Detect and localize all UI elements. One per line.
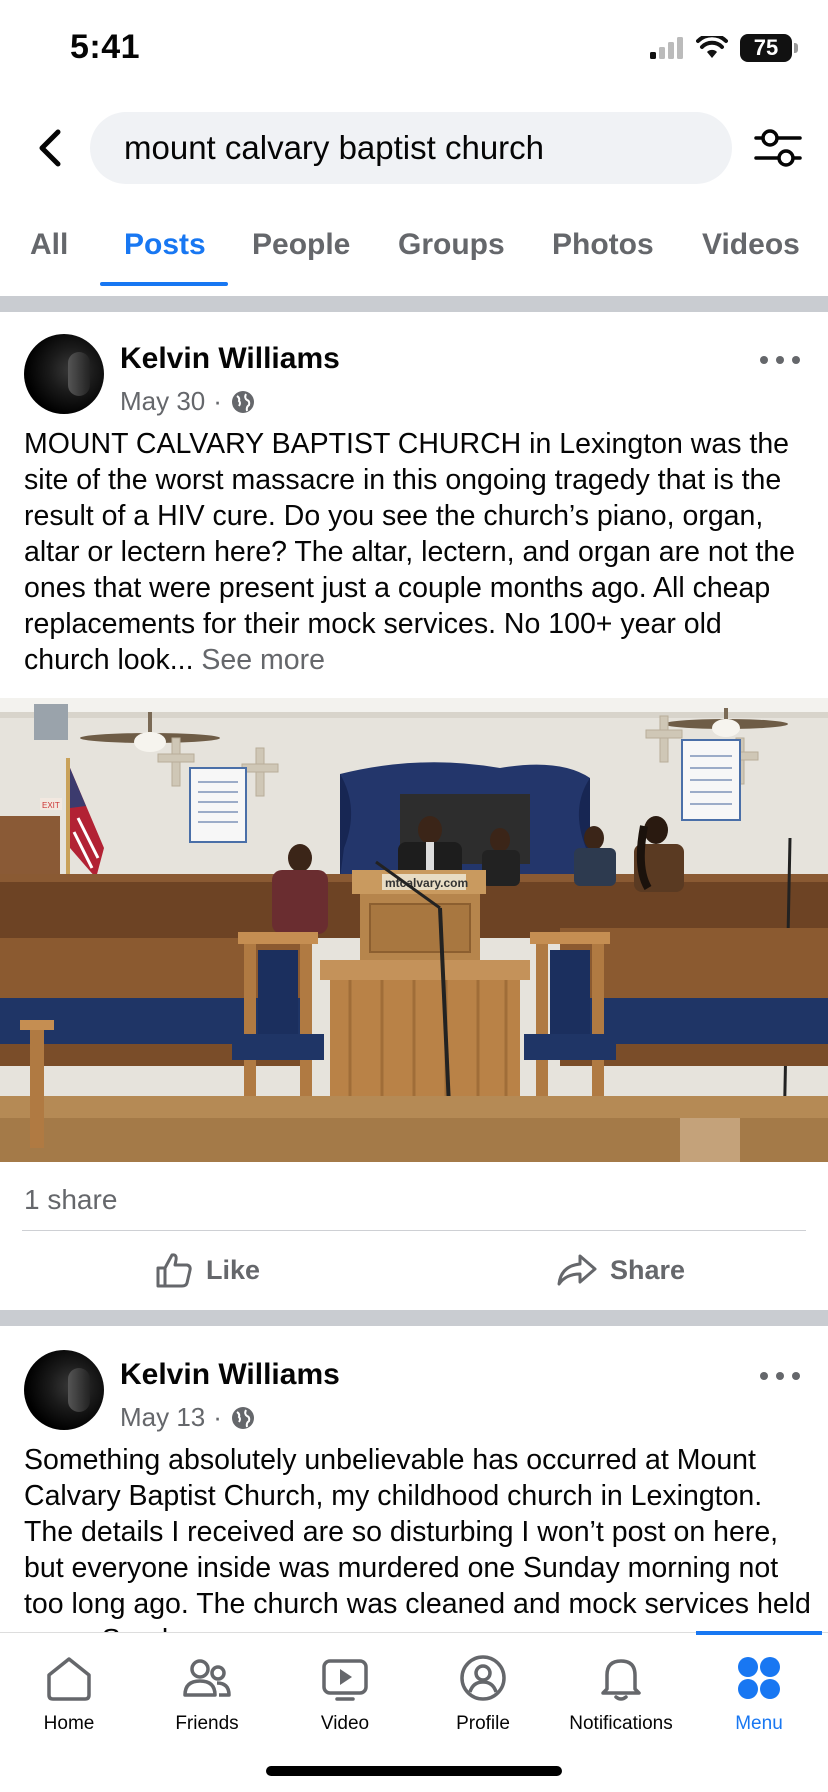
- globe-icon: [231, 1406, 254, 1429]
- active-tab-indicator: [100, 282, 228, 286]
- more-dot-icon: [760, 356, 768, 364]
- section-divider: [0, 1310, 828, 1326]
- more-dot-icon: [760, 1372, 768, 1380]
- search-header: mount calvary baptist church: [0, 112, 828, 184]
- post-date[interactable]: May 13: [120, 1402, 205, 1433]
- nav-notifications[interactable]: Notifications: [552, 1653, 690, 1735]
- friends-icon: [183, 1659, 231, 1697]
- tab-groups[interactable]: Groups: [398, 228, 505, 262]
- nav-label: Friends: [175, 1713, 239, 1734]
- nav-home[interactable]: Home: [0, 1653, 138, 1735]
- battery-level: 75: [753, 35, 779, 60]
- nav-label: Menu: [735, 1713, 783, 1734]
- nav-video[interactable]: Video: [276, 1653, 414, 1735]
- search-input[interactable]: mount calvary baptist church: [90, 112, 732, 184]
- post-body: MOUNT CALVARY BAPTIST CHURCH in Lexingto…: [24, 426, 814, 678]
- profile-icon: [460, 1655, 506, 1701]
- nav-menu[interactable]: Menu: [690, 1653, 828, 1735]
- post-author[interactable]: Kelvin Williams: [120, 1358, 340, 1392]
- share-count[interactable]: 1 share: [24, 1184, 117, 1216]
- tab-people[interactable]: People: [252, 228, 350, 262]
- like-button[interactable]: Like: [154, 1250, 260, 1290]
- post-options-button[interactable]: [760, 1366, 800, 1386]
- nav-label: Notifications: [569, 1713, 673, 1734]
- post-date[interactable]: May 30: [120, 386, 205, 417]
- tab-photos[interactable]: Photos: [552, 228, 654, 262]
- status-indicators: 75: [650, 34, 798, 62]
- status-time: 5:41: [70, 28, 141, 66]
- bell-icon: [601, 1659, 641, 1701]
- home-icon: [47, 1657, 91, 1701]
- search-filter-tabs: All Posts People Groups Photos Videos: [0, 218, 828, 288]
- post-text: MOUNT CALVARY BAPTIST CHURCH in Lexingto…: [24, 428, 796, 676]
- post-text: Something absolutely unbelievable has oc…: [24, 1444, 811, 1632]
- nav-friends[interactable]: Friends: [138, 1653, 276, 1735]
- nav-label: Home: [43, 1713, 95, 1734]
- tab-videos[interactable]: Videos: [702, 228, 800, 262]
- chevron-left-icon: [39, 129, 61, 167]
- post-options-button[interactable]: [760, 350, 800, 370]
- meta-separator: ·: [213, 1402, 222, 1432]
- filter-sliders-icon: [754, 129, 802, 167]
- more-dot-icon: [792, 356, 800, 364]
- globe-icon: [231, 390, 254, 413]
- post-meta: May 30 ·: [120, 386, 256, 417]
- tab-posts[interactable]: Posts: [124, 228, 206, 262]
- action-divider: [22, 1230, 806, 1231]
- wifi-icon: [696, 36, 728, 58]
- post-body: Something absolutely unbelievable has oc…: [24, 1442, 814, 1632]
- see-more-link[interactable]: See more: [201, 644, 325, 676]
- nav-label: Video: [320, 1713, 370, 1734]
- home-indicator: [266, 1766, 562, 1776]
- avatar[interactable]: [24, 1350, 104, 1430]
- share-arrow-icon: [557, 1254, 597, 1286]
- section-divider: [0, 296, 828, 312]
- more-dot-icon: [776, 356, 784, 364]
- back-button[interactable]: [28, 126, 72, 170]
- status-bar: 5:41 75: [0, 0, 828, 100]
- post-meta: May 13 ·: [120, 1402, 256, 1433]
- nav-profile[interactable]: Profile: [414, 1653, 552, 1735]
- post-photo[interactable]: EXIT mtcalvary.com: [0, 698, 828, 1162]
- filter-button[interactable]: [754, 126, 802, 170]
- thumbs-up-icon: [156, 1253, 192, 1288]
- meta-separator: ·: [213, 386, 222, 416]
- menu-grid-icon: [738, 1657, 780, 1699]
- video-icon: [322, 1659, 368, 1701]
- svg-text:EXIT: EXIT: [42, 801, 60, 810]
- post-card: Kelvin Williams May 30 · MOUNT CALVARY B…: [0, 312, 828, 1312]
- nav-label: Profile: [456, 1713, 510, 1734]
- more-dot-icon: [776, 1372, 784, 1380]
- battery-indicator: 75: [740, 34, 798, 62]
- share-button[interactable]: Share: [556, 1250, 685, 1290]
- tab-all[interactable]: All: [30, 228, 68, 262]
- cellular-signal-icon: [650, 37, 683, 59]
- like-label: Like: [206, 1254, 261, 1285]
- more-dot-icon: [792, 1372, 800, 1380]
- avatar[interactable]: [24, 334, 104, 414]
- church-interior-photo: EXIT mtcalvary.com: [0, 698, 828, 1162]
- post-card: Kelvin Williams May 13 · Something absol…: [0, 1326, 828, 1632]
- share-label: Share: [610, 1254, 686, 1285]
- search-query: mount calvary baptist church: [124, 129, 545, 166]
- active-nav-indicator: [696, 1631, 822, 1635]
- post-author[interactable]: Kelvin Williams: [120, 342, 340, 376]
